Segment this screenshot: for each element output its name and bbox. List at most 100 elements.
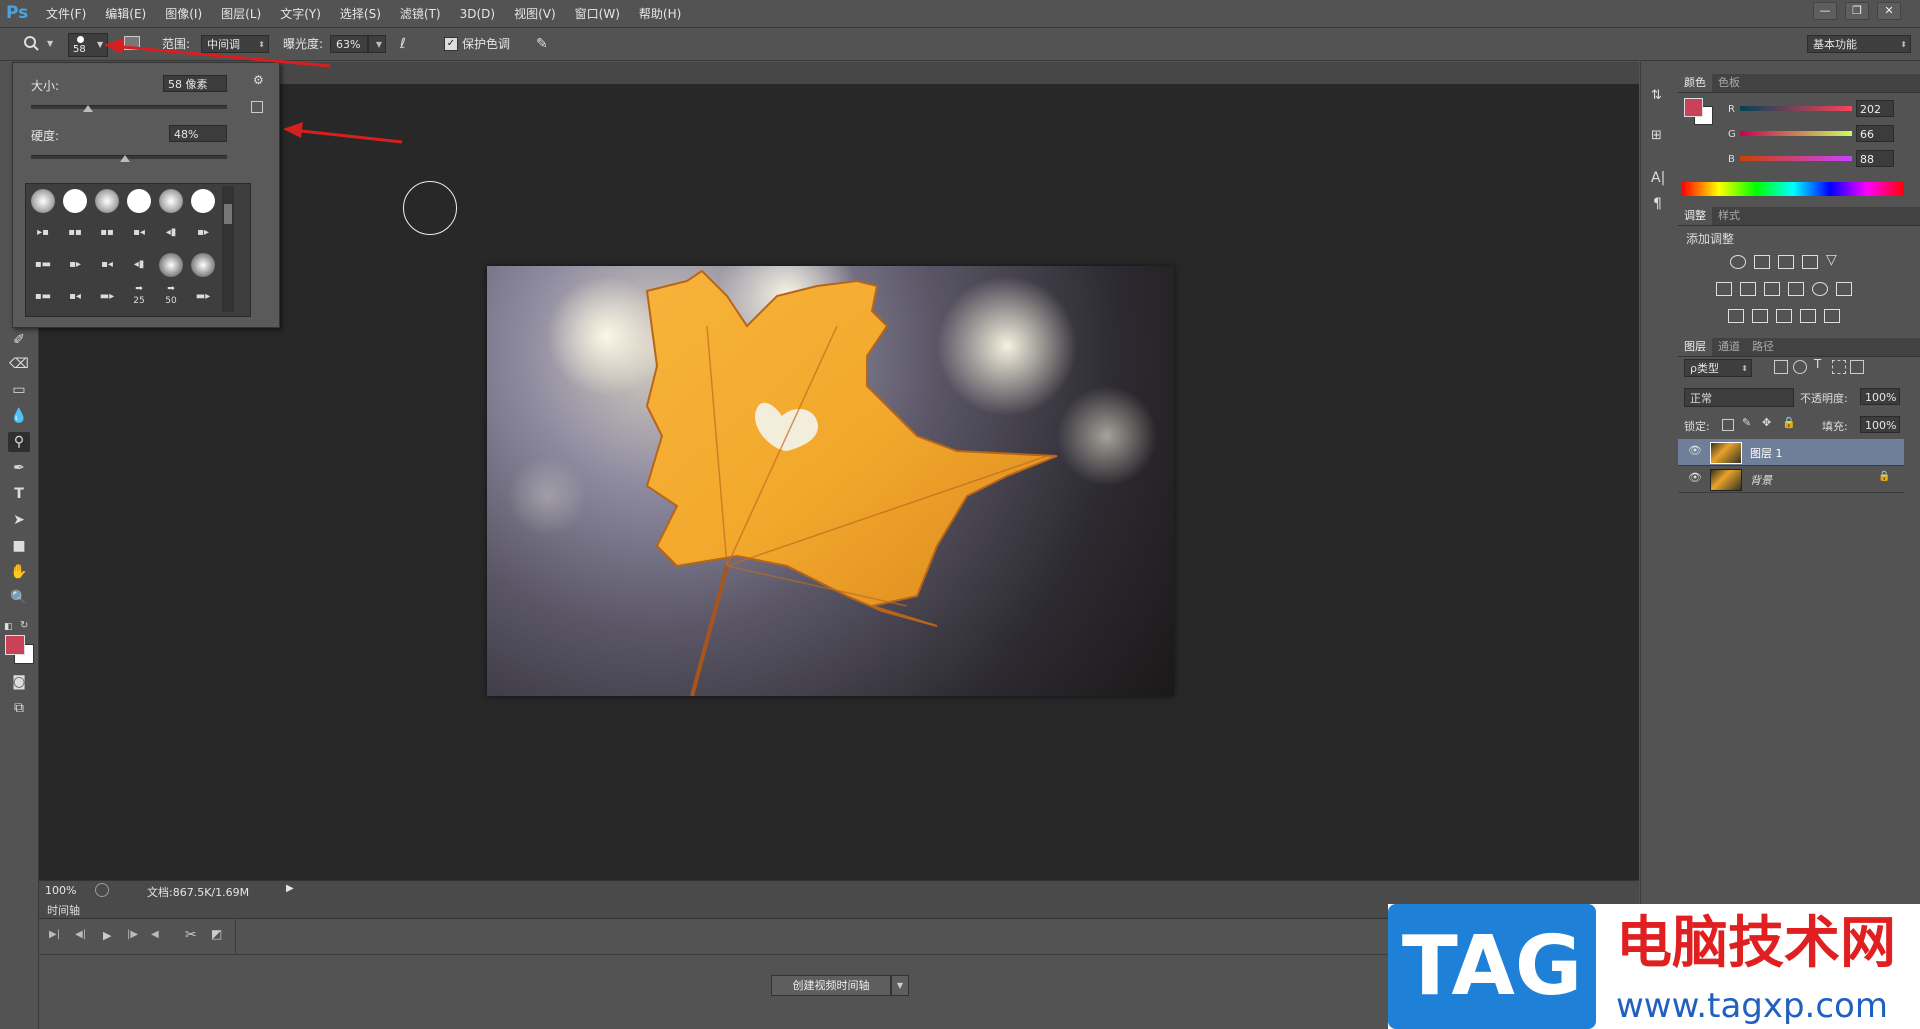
layer-row-background[interactable]: 👁 背景 🔒	[1678, 466, 1904, 493]
brush-preset-hard[interactable]	[188, 186, 218, 216]
menu-filter[interactable]: 滤镜(T)	[400, 5, 441, 22]
zoom-level[interactable]: 100%	[45, 884, 76, 897]
menu-image[interactable]: 图像(I)	[165, 5, 202, 22]
scissors-icon[interactable]: ✂	[185, 927, 197, 943]
channel-g-value[interactable]: 66	[1856, 125, 1894, 142]
swap-colors-icon[interactable]: ↻	[20, 620, 28, 631]
filter-pixel-icon[interactable]	[1774, 360, 1788, 374]
selective-color-icon[interactable]	[1800, 309, 1816, 323]
workspace-select[interactable]: 基本功能 ⬍	[1807, 35, 1911, 53]
brush-tip-icon[interactable]: ▸▪	[28, 218, 58, 248]
hue-saturation-icon[interactable]	[1716, 282, 1732, 296]
brush-tip-icon[interactable]: ▪◂	[60, 282, 90, 312]
brush-tip-icon[interactable]: ▪▬	[28, 250, 58, 280]
zoom-icon[interactable]	[95, 883, 109, 897]
posterize-icon[interactable]	[1752, 309, 1768, 323]
next-frame-icon[interactable]: |▶	[127, 929, 138, 940]
quick-mask-icon[interactable]: ◙	[8, 672, 30, 692]
document-image[interactable]	[487, 266, 1174, 696]
black-white-icon[interactable]	[1764, 282, 1780, 296]
create-video-timeline-button[interactable]: 创建视频时间轴	[771, 975, 891, 996]
screen-mode-icon[interactable]: ⧉	[8, 698, 30, 718]
play-icon[interactable]: ▶	[103, 929, 111, 942]
properties-icon[interactable]: ⊞	[1651, 128, 1662, 143]
brightness-icon[interactable]	[1730, 255, 1746, 269]
color-balance-icon[interactable]	[1740, 282, 1756, 296]
gradient-tool-icon[interactable]: ▭	[8, 380, 30, 400]
chevron-down-icon[interactable]: ▼	[47, 39, 53, 48]
history-icon[interactable]: ⇅	[1651, 88, 1662, 103]
fill-field[interactable]: 100%	[1860, 416, 1900, 433]
brush-preset-soft[interactable]	[156, 186, 186, 216]
eraser-tool-icon[interactable]: ⌫	[8, 354, 30, 374]
menu-edit[interactable]: 编辑(E)	[105, 5, 146, 22]
brush-tip-icon[interactable]: ▪◂	[92, 250, 122, 280]
scrollbar-thumb[interactable]	[224, 204, 232, 224]
tool-preset-picker[interactable]	[22, 34, 44, 54]
brush-tip-icon[interactable]: ▪▪	[92, 218, 122, 248]
brush-preset-50[interactable]: ➡ 50	[156, 282, 186, 312]
menu-file[interactable]: 文件(F)	[46, 5, 86, 22]
minimize-button[interactable]: —	[1813, 2, 1837, 20]
brush-tip-icon[interactable]: ▪▪	[60, 218, 90, 248]
tab-layers[interactable]: 图层	[1678, 338, 1712, 356]
channel-r-track[interactable]	[1740, 106, 1852, 111]
menu-help[interactable]: 帮助(H)	[639, 5, 681, 22]
foreground-color-swatch[interactable]	[1684, 98, 1703, 117]
channel-g-track[interactable]	[1740, 131, 1852, 136]
layer-row-1[interactable]: 👁 图层 1	[1678, 439, 1904, 466]
brush-tip-icon[interactable]: ▬▸	[188, 282, 218, 312]
curves-icon[interactable]	[1778, 255, 1794, 269]
visibility-eye-icon[interactable]: 👁	[1688, 471, 1702, 484]
blend-mode-select[interactable]: 正常	[1684, 388, 1794, 407]
tab-color[interactable]: 颜色	[1678, 74, 1712, 92]
vibrance-icon[interactable]: ▽	[1826, 252, 1837, 268]
brush-preset-hard[interactable]	[124, 186, 154, 216]
dodge-tool-icon[interactable]: ⚲	[8, 432, 30, 452]
brush-tip-icon[interactable]: ▪◂	[124, 218, 154, 248]
tab-paths[interactable]: 路径	[1746, 338, 1780, 356]
path-selection-tool-icon[interactable]: ➤	[8, 510, 30, 530]
menu-window[interactable]: 窗口(W)	[575, 5, 620, 22]
protect-tones-checkbox[interactable]: ✓	[444, 37, 458, 51]
default-colors-icon[interactable]: ◧	[4, 622, 14, 632]
timeline-type-dropdown[interactable]: ▼	[891, 975, 909, 996]
menu-view[interactable]: 视图(V)	[514, 5, 556, 22]
brush-preset-soft[interactable]	[28, 186, 58, 216]
photo-filter-icon[interactable]	[1788, 282, 1804, 296]
hardness-slider-thumb[interactable]	[120, 155, 131, 162]
channel-mixer-icon[interactable]	[1812, 282, 1828, 296]
brush-tip-icon[interactable]: ◂▮	[124, 250, 154, 280]
lock-all-icon[interactable]: 🔒	[1782, 416, 1796, 429]
lock-position-icon[interactable]: ✥	[1762, 416, 1771, 429]
play-icon[interactable]: ▶	[286, 883, 294, 894]
zoom-tool-icon[interactable]: 🔍	[8, 588, 30, 608]
brush-tip-icon[interactable]: ▪▸	[60, 250, 90, 280]
close-button[interactable]: ✕	[1877, 2, 1901, 20]
brush-tip-icon[interactable]: ▬▸	[92, 282, 122, 312]
layer-name[interactable]: 图层 1	[1750, 445, 1783, 461]
color-spectrum-bar[interactable]	[1682, 182, 1904, 196]
tab-channels[interactable]: 通道	[1712, 338, 1746, 356]
pressure-icon[interactable]: ✎	[536, 36, 548, 52]
brush-tip-icon[interactable]: ▪▸	[188, 218, 218, 248]
tab-swatches[interactable]: 色板	[1712, 74, 1746, 92]
foreground-color-swatch[interactable]	[5, 635, 25, 655]
channel-b-value[interactable]: 88	[1856, 150, 1894, 167]
brush-tip-icon[interactable]: ◂▮	[156, 218, 186, 248]
visibility-eye-icon[interactable]: 👁	[1688, 444, 1702, 457]
rectangle-tool-icon[interactable]: ■	[8, 536, 30, 556]
tab-adjustments[interactable]: 调整	[1678, 207, 1712, 225]
paragraph-icon[interactable]: ¶	[1653, 196, 1662, 212]
brush-preset-soft[interactable]	[188, 250, 218, 280]
prev-frame-icon[interactable]: ◀|	[75, 929, 86, 940]
layer-filter-select[interactable]: ρ类型 ⬍	[1684, 359, 1752, 377]
layer-name[interactable]: 背景	[1750, 472, 1772, 488]
brush-preset-25[interactable]: ➡ 25	[124, 282, 154, 312]
menu-select[interactable]: 选择(S)	[340, 5, 381, 22]
exposure-icon[interactable]	[1802, 255, 1818, 269]
menu-type[interactable]: 文字(Y)	[280, 5, 321, 22]
audio-icon[interactable]: ◀	[151, 929, 159, 940]
preset-scrollbar[interactable]	[222, 186, 234, 312]
opacity-field[interactable]: 100%	[1860, 388, 1900, 405]
